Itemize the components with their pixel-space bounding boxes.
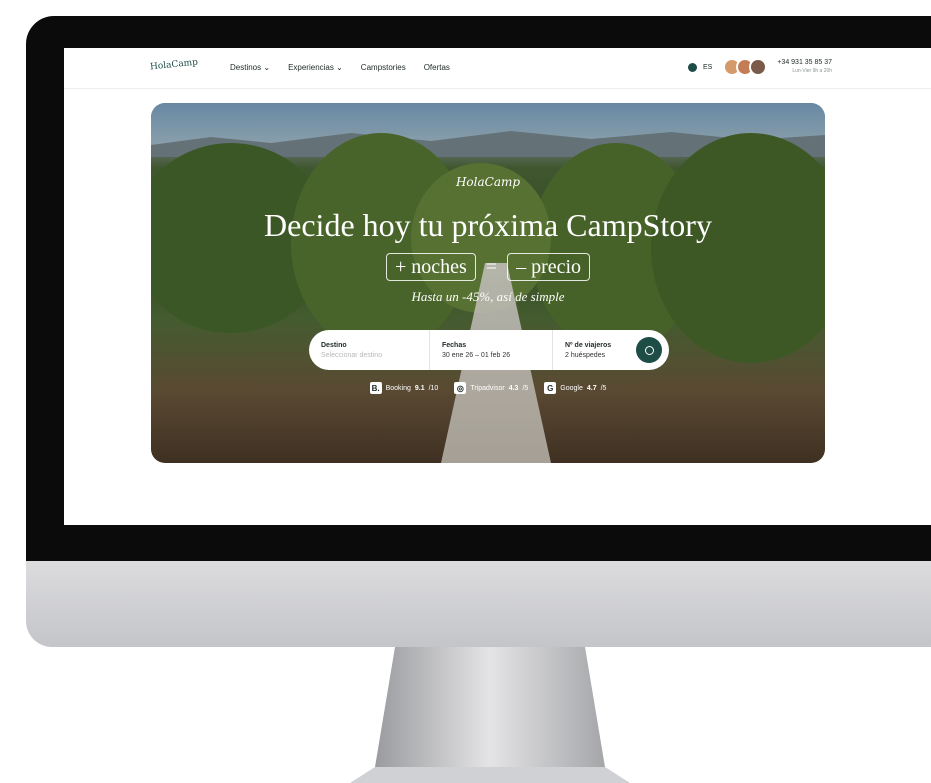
rating-score: 9.1 <box>414 384 425 392</box>
rating-score: 4.7 <box>586 384 597 392</box>
rating-max: /5 <box>522 384 529 392</box>
booking-icon: B. <box>369 382 382 394</box>
dates-field[interactable]: Fechas 30 ene 26 – 01 feb 26 <box>429 330 552 370</box>
rating-tripadvisor[interactable]: ◎ Tripadvisor 4.3/5 <box>454 382 528 394</box>
search-icon <box>644 345 654 355</box>
avatar <box>749 58 768 76</box>
rating-google[interactable]: G Google 4.7/5 <box>544 382 606 394</box>
top-navbar: HolaCamp Destinos ⌄ Experiencias ⌄ Camps… <box>64 48 931 89</box>
hero-headline: Decide hoy tu próxima CampStory <box>264 207 712 243</box>
phone-contact[interactable]: +34 931 35 85 37 Lun-Vier 9h a 20h <box>777 58 832 76</box>
rating-max: /10 <box>428 384 439 392</box>
formula-nights: + noches <box>385 253 476 281</box>
rating-booking[interactable]: B. Booking 9.1/10 <box>369 382 439 394</box>
hero-subtitle: Hasta un -45%, así de simple <box>411 289 565 304</box>
destination-field[interactable]: Destino Seleccionar destino <box>309 330 429 370</box>
dates-label: Fechas <box>442 341 467 349</box>
rating-score: 4.3 <box>508 384 519 392</box>
rating-name: Google <box>560 384 583 392</box>
tripadvisor-icon: ◎ <box>454 382 467 394</box>
formula-equals: = <box>485 255 498 278</box>
nav-right: ES +34 931 35 85 37 Lun-Vier 9h a 20h <box>688 58 832 76</box>
rating-name: Booking <box>385 384 411 392</box>
menu-experiencias[interactable]: Experiencias ⌄ <box>288 63 343 72</box>
formula-price: – precio <box>507 253 591 281</box>
menu-ofertas[interactable]: Ofertas <box>424 63 450 72</box>
ratings-row: B. Booking 9.1/10 ◎ Tripadvisor 4.3/5 G … <box>151 382 825 394</box>
monitor-chin <box>26 561 931 647</box>
menu-campstories[interactable]: Campstories <box>361 63 406 72</box>
menu-destinos[interactable]: Destinos ⌄ <box>230 63 270 72</box>
hero-logo: HolaCamp <box>455 175 521 189</box>
google-icon: G <box>544 382 557 394</box>
main-menu: Destinos ⌄ Experiencias ⌄ Campstories Of… <box>230 63 450 72</box>
monitor-stand <box>350 647 630 783</box>
destination-placeholder: Seleccionar destino <box>321 351 383 359</box>
phone-number: +34 931 35 85 37 <box>777 59 833 66</box>
globe-icon[interactable] <box>688 62 697 72</box>
search-button[interactable] <box>636 337 662 363</box>
agent-avatars <box>723 58 768 76</box>
hero-overlay <box>151 103 825 463</box>
search-bar: Destino Seleccionar destino Fechas 30 en… <box>309 330 669 370</box>
language-selector[interactable]: ES <box>703 64 712 71</box>
browser-screen: HolaCamp Destinos ⌄ Experiencias ⌄ Camps… <box>64 48 931 525</box>
holacamp-logo[interactable]: HolaCamp <box>150 58 199 73</box>
destination-label: Destino <box>321 341 347 349</box>
rating-max: /5 <box>600 384 607 392</box>
phone-hours: Lun-Vier 9h a 20h <box>792 68 833 74</box>
hero-formula: + noches = – precio <box>151 253 825 281</box>
rating-name: Tripadvisor <box>470 384 505 392</box>
dates-value: 30 ene 26 – 01 feb 26 <box>442 351 511 359</box>
hero-banner: HolaCamp Decide hoy tu próxima CampStory… <box>151 103 825 463</box>
